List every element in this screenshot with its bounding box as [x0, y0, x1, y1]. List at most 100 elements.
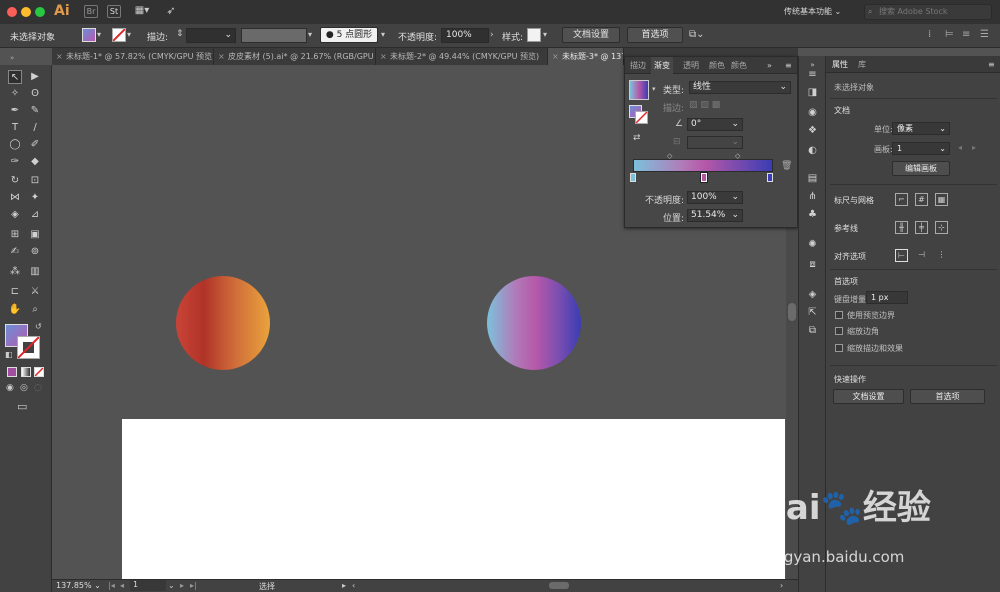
column-graph-tool-icon[interactable]: ▥ — [28, 265, 42, 279]
distribute-icon[interactable]: ⊨ — [945, 29, 954, 40]
close-window-button[interactable] — [7, 7, 17, 17]
export-icon[interactable]: ⇱ — [806, 306, 819, 319]
menu-icon[interactable]: ≡ — [962, 29, 970, 40]
graphic-style-swatch[interactable] — [527, 28, 541, 42]
gradient-mode-icon[interactable] — [21, 367, 31, 377]
chevron-right-icon[interactable]: ▸ — [342, 581, 346, 590]
align-icon[interactable]: ⋮ — [935, 249, 948, 262]
tab-color-guide[interactable]: 颜色 — [731, 57, 747, 74]
pen-tool-icon[interactable]: ✒ — [8, 104, 22, 118]
blue-purple-gradient-circle[interactable] — [487, 276, 581, 370]
arrange-documents-icon[interactable]: ▦▾ — [130, 5, 154, 18]
draw-behind-icon[interactable]: ◎ — [20, 383, 28, 393]
zoom-tool-icon[interactable]: ⌕ — [28, 303, 42, 317]
gradient-stop[interactable] — [767, 173, 773, 182]
previous-artboard-icon[interactable]: ◂ — [120, 581, 124, 590]
tab-properties[interactable]: 属性 — [832, 56, 848, 73]
chevron-down-icon[interactable]: ▾ — [127, 30, 131, 39]
menu-icon[interactable]: ≡ — [806, 68, 819, 81]
previous-artboard-icon[interactable]: ◂ — [958, 143, 962, 152]
tab-libraries[interactable]: 库 — [858, 56, 866, 73]
chevron-down-icon[interactable]: ▾ — [308, 30, 312, 39]
blend-tool-icon[interactable]: ⊚ — [28, 245, 42, 259]
screen-mode-icon[interactable]: ▭ — [17, 400, 27, 413]
last-artboard-icon[interactable]: ▸| — [190, 581, 197, 590]
puppet-warp-tool-icon[interactable]: ✦ — [28, 191, 42, 205]
collapse-icon[interactable]: » — [10, 54, 14, 62]
curvature-tool-icon[interactable]: ✎ — [28, 104, 42, 118]
document-tab[interactable]: × 未标题-1* @ 57.82% (CMYK/GPU 预览) — [52, 48, 214, 65]
workspace-switcher[interactable]: 传统基本功能 ⌄ — [784, 6, 841, 17]
location-field[interactable]: 51.54% ⌄ — [687, 209, 743, 222]
close-icon[interactable]: × — [218, 48, 225, 65]
links-icon[interactable]: ⧉ — [806, 324, 819, 337]
horizontal-scrollbar-thumb[interactable] — [549, 582, 569, 589]
appearance-icon[interactable]: ◉ — [806, 106, 819, 119]
gradient-panel-icon[interactable]: ◨ — [806, 86, 819, 99]
draw-normal-icon[interactable]: ◉ — [6, 383, 14, 393]
document-tab-active[interactable]: × 未标题-3* @ 137 — [548, 48, 624, 65]
reverse-gradient-icon[interactable]: ⇄ — [633, 133, 641, 143]
shape-builder-tool-icon[interactable]: ◈ — [8, 208, 22, 222]
panel-menu-icon[interactable]: ≡ — [988, 56, 995, 73]
transparency-grid-icon[interactable]: ▦ — [935, 193, 948, 206]
line-tool-icon[interactable]: / — [28, 121, 42, 135]
brush-definition[interactable]: ● 5 点圆形 — [320, 27, 378, 43]
chevron-right-icon[interactable]: › — [490, 30, 494, 40]
preferences-button[interactable]: 首选项 — [627, 27, 683, 43]
stepper-icon[interactable]: ⇕ — [176, 29, 184, 39]
close-icon[interactable]: × — [380, 48, 387, 65]
perspective-grid-tool-icon[interactable]: ⊿ — [28, 208, 42, 222]
align-to-key-object-icon[interactable]: ⊣ — [915, 249, 928, 262]
hand-tool-icon[interactable]: ✋ — [8, 303, 22, 317]
swap-colors-icon[interactable]: ↺ — [35, 322, 42, 331]
artboard[interactable] — [122, 419, 785, 579]
paintbrush-tool-icon[interactable]: ✐ — [28, 138, 42, 152]
color-mode-icon[interactable] — [7, 367, 17, 377]
stroke-color-box[interactable] — [17, 336, 40, 359]
shaper-tool-icon[interactable]: ✑ — [8, 155, 22, 169]
layers-icon[interactable]: ◈ — [806, 288, 819, 301]
scroll-left-icon[interactable]: ‹ — [352, 581, 355, 590]
bridge-icon[interactable]: Br — [84, 5, 98, 18]
minimize-window-button[interactable] — [21, 7, 31, 17]
edit-artboards-button[interactable]: 编辑画板 — [892, 161, 950, 176]
default-colors-icon[interactable]: ◧ — [5, 350, 13, 359]
doc-setup-button[interactable]: 文档设置 — [562, 27, 620, 43]
quick-doc-setup-button[interactable]: 文档设置 — [833, 389, 904, 404]
none-mode-icon[interactable] — [34, 367, 44, 377]
stock-icon[interactable]: St — [107, 5, 121, 18]
image-trace-icon[interactable]: ▤ — [806, 172, 819, 185]
aspect-ratio-field[interactable]: ⌄ — [687, 136, 743, 149]
fill-swatch[interactable] — [82, 28, 96, 42]
align-to-pixel-icon[interactable]: ⊢ — [895, 249, 908, 262]
chevron-down-icon[interactable]: ⌄ — [168, 581, 175, 590]
smart-guides-icon[interactable]: ⊹ — [935, 221, 948, 234]
next-artboard-icon[interactable]: ▸ — [972, 143, 976, 152]
scale-corners-checkbox[interactable] — [835, 327, 843, 335]
grid-icon[interactable]: # — [915, 193, 928, 206]
preview-bounds-checkbox[interactable] — [835, 311, 843, 319]
graphic-styles-icon[interactable]: ❖ — [806, 124, 819, 137]
guides-icon[interactable]: ╫ — [895, 221, 908, 234]
stop-opacity-field[interactable]: 100% ⌄ — [687, 191, 743, 204]
ellipse-tool-icon[interactable]: ◯ — [8, 138, 22, 152]
arrange-icon[interactable]: ⧉⌄ — [689, 29, 705, 40]
stroke-weight-field[interactable]: ⌄ — [186, 28, 236, 43]
gradient-preview-swatch[interactable] — [629, 80, 649, 100]
close-icon[interactable]: × — [56, 48, 63, 65]
mesh-tool-icon[interactable]: ⊞ — [8, 228, 22, 242]
symbols-icon[interactable]: ♣ — [806, 208, 819, 221]
lock-guides-icon[interactable]: ╪ — [915, 221, 928, 234]
document-tab[interactable]: ×皮皮素材 (5).ai* @ 21.67% (RGB/GPU 预览) — [214, 48, 376, 65]
document-tab[interactable]: × 未标题-2* @ 49.44% (CMYK/GPU 预览) — [376, 48, 548, 65]
gradient-slider[interactable] — [633, 159, 773, 172]
align-icon[interactable]: ⁞ — [928, 29, 931, 40]
artboard-select[interactable]: 1 ⌄ — [892, 142, 950, 155]
tab-transparency[interactable]: 透明 — [683, 57, 699, 74]
artboard-number-field[interactable]: 1 — [130, 580, 166, 591]
first-artboard-icon[interactable]: |◂ — [108, 581, 115, 590]
brushes-icon[interactable]: ⋔ — [806, 190, 819, 203]
angle-field[interactable]: 0° ⌄ — [687, 118, 743, 131]
stock-search-input[interactable]: ⌕ 搜索 Adobe Stock — [864, 4, 992, 20]
